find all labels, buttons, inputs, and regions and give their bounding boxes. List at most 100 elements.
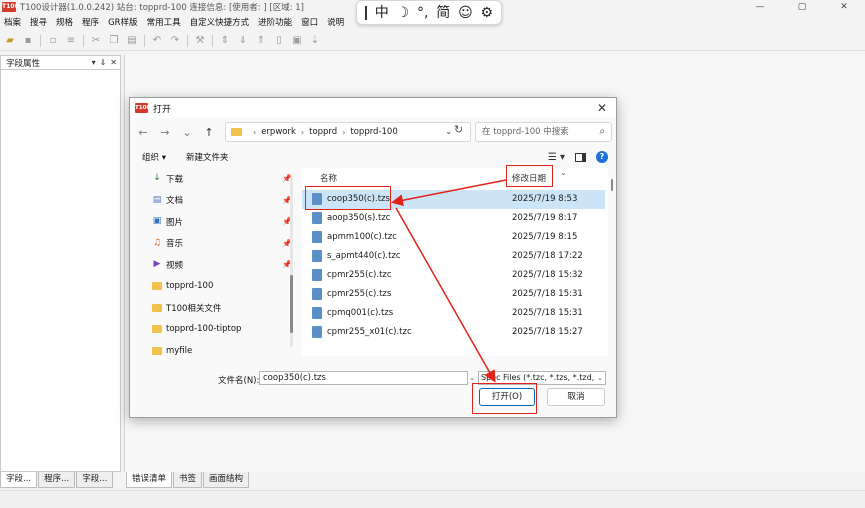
open-folder-icon[interactable]: ▰ [4, 35, 16, 47]
folder-icon [152, 325, 162, 334]
watch-icon[interactable]: ▣ [291, 35, 303, 47]
copy-icon[interactable]: ❐ [108, 35, 120, 47]
sort-chevron-icon[interactable]: ⌄ [560, 168, 567, 177]
minimize-button[interactable]: — [739, 0, 781, 14]
paste-icon[interactable]: ▤ [126, 35, 138, 47]
back-arrow-icon[interactable]: ← [134, 126, 152, 139]
nav-item-8[interactable]: myfile [140, 340, 300, 358]
file-date: 2025/7/19 8:53 [512, 194, 578, 204]
file-row[interactable]: s_apmt440(c).tzc 2025/7/18 17:22 [302, 247, 605, 266]
nav-item-5[interactable]: topprd-100 [140, 276, 300, 298]
step-out-icon[interactable]: ⇑ [255, 35, 267, 47]
tab-error-list[interactable]: 错误清单 [126, 472, 173, 488]
view-options-icon[interactable]: ☰ ▾ [548, 152, 565, 163]
menu-spec[interactable]: 规格 [56, 16, 73, 28]
save-icon[interactable]: ▪ [22, 35, 34, 47]
nav-item-1[interactable]: ▤ 文档 📌 [140, 190, 300, 212]
step-icon[interactable]: ⇕ [219, 35, 231, 47]
file-scrollbar-thumb[interactable] [611, 179, 613, 191]
refresh-icon[interactable]: ↻ [454, 123, 463, 136]
left-bottom-tabs: 字段... 程序... 字段... [0, 472, 114, 488]
menu-common-tools[interactable]: 常用工具 [147, 16, 181, 28]
menu-help[interactable]: 说明 [327, 16, 344, 28]
step-into-icon[interactable]: ⇓ [237, 35, 249, 47]
file-row[interactable]: cpmr255(c).tzs 2025/7/18 15:31 [302, 285, 605, 304]
nav-scrollbar-thumb[interactable] [290, 275, 293, 333]
search-icon[interactable]: ⌕ [599, 123, 605, 141]
new-folder-button[interactable]: 新建文件夹 [186, 151, 229, 163]
file-row[interactable]: apmm100(c).tzc 2025/7/19 8:15 [302, 228, 605, 247]
cut-icon[interactable]: ✂ [90, 35, 102, 47]
file-icon [312, 212, 322, 224]
tab-screen-structure[interactable]: 画面结构 [203, 472, 250, 488]
file-name: s_apmt440(c).tzc [327, 251, 401, 261]
forward-arrow-icon[interactable]: → [156, 126, 174, 139]
search-input[interactable]: 在 topprd-100 中搜索 ⌕ [475, 122, 612, 142]
video-icon: ▶ [153, 259, 161, 270]
menu-gr-template[interactable]: GR样版 [108, 16, 138, 28]
tab-bookmarks[interactable]: 书签 [173, 472, 203, 488]
organize-button[interactable]: 组织 ▾ [142, 151, 166, 163]
undo-icon[interactable]: ↶ [151, 35, 163, 47]
nav-item-3[interactable]: ♫ 音乐 📌 [140, 233, 300, 255]
file-icon [312, 269, 322, 281]
panel-close-icon[interactable]: ✕ [110, 56, 117, 70]
filetype-chevron-icon[interactable]: ⌄ [595, 372, 603, 384]
breakpoint-icon[interactable]: ▯ [273, 35, 285, 47]
breadcrumb-chevron-icon[interactable]: › [342, 128, 345, 137]
file-row[interactable]: cpmr255_x01(c).tzc 2025/7/18 15:27 [302, 323, 605, 342]
menu-advanced[interactable]: 进阶功能 [258, 16, 292, 28]
breadcrumb-chevron-icon[interactable]: › [301, 128, 304, 137]
help-icon[interactable]: ? [596, 151, 608, 163]
breadcrumb-chevron-icon[interactable]: › [253, 128, 256, 137]
menu-custom-shortcuts[interactable]: 自定义快捷方式 [190, 16, 250, 28]
tab-field[interactable]: 字段... [0, 472, 38, 488]
menu-file[interactable]: 档案 [4, 16, 21, 28]
nav-item-4[interactable]: ▶ 视频 📌 [140, 254, 300, 276]
nav-item-label: 图片 [166, 217, 184, 228]
nav-item-7[interactable]: topprd-100-tiptop [140, 319, 300, 341]
nav-item-0[interactable]: ↓ 下载 📌 [140, 168, 300, 190]
file-row[interactable]: aoop350(s).tzc 2025/7/19 8:17 [302, 209, 605, 228]
file-icon [312, 288, 322, 300]
menu-window[interactable]: 窗口 [301, 16, 318, 28]
file-row[interactable]: cpmq001(c).tzs 2025/7/18 15:31 [302, 304, 605, 323]
filename-input[interactable]: coop350(c).tzs [259, 371, 468, 385]
breadcrumb-topprd-100[interactable]: topprd-100 [350, 127, 397, 137]
tab-program[interactable]: 程序... [38, 472, 76, 488]
tab-field-2[interactable]: 字段... [76, 472, 114, 488]
cancel-button[interactable]: 取消 [547, 388, 605, 406]
breadcrumb-topprd[interactable]: topprd [309, 127, 337, 137]
preview-pane-icon[interactable] [575, 152, 586, 162]
panel-menu-icon[interactable]: ▾ [92, 56, 96, 70]
file-row[interactable]: cpmr255(c).tzc 2025/7/18 15:32 [302, 266, 605, 285]
nav-item-2[interactable]: ▣ 图片 📌 [140, 211, 300, 233]
panel-pin-icon[interactable]: ⇓ [100, 56, 107, 70]
close-button[interactable]: ✕ [823, 0, 865, 14]
hammer-icon[interactable]: ⚒ [194, 35, 206, 47]
file-name: cpmr255(c).tzs [327, 289, 392, 299]
address-bar[interactable]: › erpwork › topprd › topprd-100 ⌄ [225, 122, 471, 142]
download-icon: ↓ [153, 173, 161, 184]
run-to-icon[interactable]: ⇣ [309, 35, 321, 47]
address-dropdown-icon[interactable]: ⌄ [445, 123, 452, 141]
breadcrumb-erpwork[interactable]: erpwork [261, 127, 296, 137]
menu-program[interactable]: 程序 [82, 16, 99, 28]
file-name: aoop350(s).tzc [327, 213, 391, 223]
history-chevron-icon[interactable]: ⌄ [178, 126, 196, 139]
menu-search[interactable]: 搜寻 [30, 16, 47, 28]
column-name-header[interactable]: 名称 [320, 172, 337, 184]
file-name: cpmq001(c).tzs [327, 308, 394, 318]
dialog-close-button[interactable]: ✕ [594, 100, 610, 116]
delete-icon[interactable]: ≡ [65, 35, 77, 47]
field-properties-header: 字段属性 ▾ ⇓ ✕ [1, 56, 120, 70]
up-arrow-icon[interactable]: ↑ [200, 126, 218, 139]
folder-icon [152, 282, 162, 291]
panel-controls: ▾ ⇓ ✕ [92, 56, 117, 70]
navigation-pane: ↓ 下载 📌 ▤ 文档 📌 ▣ 图片 📌 ♫ 音乐 📌 ▶ 视频 📌 topprd-100 T100相关文件 to… [140, 168, 300, 358]
nav-item-6[interactable]: T100相关文件 [140, 297, 300, 319]
toolbar-divider [40, 34, 41, 47]
maximize-button[interactable]: ▢ [781, 0, 823, 14]
new-icon[interactable]: ▫ [47, 35, 59, 47]
redo-icon[interactable]: ↷ [169, 35, 181, 47]
